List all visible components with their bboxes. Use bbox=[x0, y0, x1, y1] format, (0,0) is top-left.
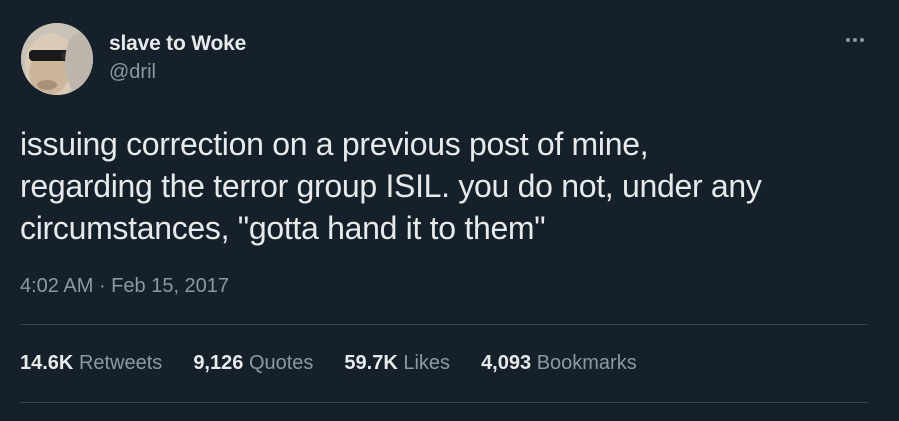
user-handle[interactable]: @dril bbox=[109, 61, 156, 84]
tweet-text-line: regarding the terror group ISIL. you do … bbox=[20, 168, 762, 204]
likes-stat[interactable]: 59.7K Likes bbox=[344, 352, 450, 375]
tweet-date-link[interactable]: Feb 15, 2017 bbox=[111, 275, 229, 297]
likes-count: 59.7K bbox=[344, 352, 398, 374]
quotes-stat[interactable]: 9,126 Quotes bbox=[193, 352, 313, 375]
more-horizontal-icon bbox=[846, 38, 864, 42]
tweet-time-link[interactable]: 4:02 AM bbox=[20, 275, 93, 297]
divider bbox=[20, 402, 868, 403]
bookmarks-count: 4,093 bbox=[481, 352, 532, 374]
retweets-label: Retweets bbox=[78, 352, 163, 374]
more-options-button[interactable] bbox=[842, 30, 868, 50]
tweet-text-line: issuing correction on a previous post of… bbox=[20, 126, 649, 162]
likes-label: Likes bbox=[403, 352, 451, 374]
quotes-label: Quotes bbox=[248, 352, 314, 374]
quotes-count: 9,126 bbox=[193, 352, 244, 374]
display-name[interactable]: slave to Woke bbox=[109, 32, 246, 56]
retweets-count: 14.6K bbox=[20, 352, 74, 374]
avatar-image bbox=[21, 23, 93, 95]
avatar[interactable] bbox=[21, 23, 93, 95]
engagement-stats: 14.6K Retweets 9,126 Quotes 59.7K Likes … bbox=[20, 352, 668, 375]
timestamp-separator: · bbox=[93, 275, 112, 297]
divider bbox=[20, 324, 868, 325]
tweet-card: slave to Woke @dril issuing correction o… bbox=[0, 0, 899, 421]
tweet-text-line: circumstances, "gotta hand it to them" bbox=[20, 210, 546, 246]
tweet-text: issuing correction on a previous post of… bbox=[20, 123, 880, 249]
bookmarks-stat[interactable]: 4,093 Bookmarks bbox=[481, 352, 637, 375]
bookmarks-label: Bookmarks bbox=[536, 352, 637, 374]
timestamp: 4:02 AM · Feb 15, 2017 bbox=[20, 275, 229, 298]
retweets-stat[interactable]: 14.6K Retweets bbox=[20, 352, 162, 375]
